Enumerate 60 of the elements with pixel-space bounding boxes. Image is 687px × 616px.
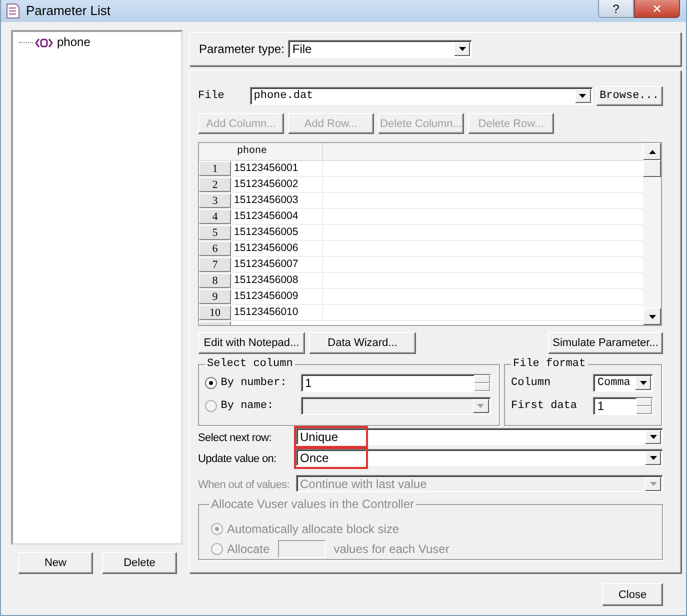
spin-field[interactable]: 1 — [593, 397, 653, 415]
row-number: 5 — [199, 225, 231, 240]
dropdown-field[interactable] — [301, 397, 491, 415]
tree-item[interactable]: phone — [55, 35, 92, 49]
table-cell: 15123456002 — [231, 177, 323, 192]
scroll-up-icon[interactable] — [648, 150, 656, 154]
row-number: 3 — [199, 193, 231, 208]
action-button[interactable]: Edit with Notepad... — [198, 332, 305, 354]
scroll-thumb[interactable] — [643, 160, 661, 177]
option-label: Allocate — [227, 542, 270, 556]
table-cell: 15123456005 — [231, 225, 323, 240]
field-label: Update value on: — [198, 452, 278, 466]
close-button[interactable]: ✕ — [634, 0, 680, 18]
row-number: 9 — [199, 289, 231, 304]
row-number: 8 — [199, 273, 231, 288]
dropdown-field[interactable]: Once — [296, 449, 663, 466]
browse-button[interactable]: Browse... — [596, 86, 663, 106]
field-label: File — [198, 90, 226, 102]
table-cell: 15123456006 — [231, 241, 323, 256]
table-cell: 15123456001 — [231, 161, 323, 176]
dropdown-field[interactable]: Unique — [296, 428, 663, 445]
option-label: By number: — [220, 377, 288, 389]
table-cell: 15123456009 — [231, 289, 323, 304]
window-title: Parameter List — [26, 2, 112, 20]
table-cell: 15123456004 — [231, 209, 323, 224]
option-label: By name: — [220, 400, 275, 412]
row-number: 10 — [199, 305, 231, 320]
column-dropdown[interactable]: Comma — [593, 374, 653, 392]
field-label: Select next row: — [198, 431, 272, 445]
radio-button[interactable] — [205, 377, 217, 389]
field-label: Column — [511, 377, 552, 389]
list-button[interactable]: Delete — [102, 552, 177, 574]
action-button[interactable]: Simulate Parameter... — [548, 332, 663, 354]
row-number: 2 — [199, 177, 231, 192]
field-label: When out of values: — [198, 478, 291, 492]
field-label: First data — [511, 400, 578, 412]
row-number: 4 — [199, 209, 231, 224]
table-cell: 15123456010 — [231, 305, 323, 320]
action-button[interactable]: Data Wizard... — [309, 332, 416, 354]
row-number: 1 — [199, 161, 231, 176]
scroll-down-icon[interactable] — [648, 314, 656, 318]
column-header: phone — [231, 143, 323, 160]
parameter-icon — [35, 37, 53, 47]
close-dialog-button[interactable]: Close — [602, 583, 663, 606]
help-button[interactable]: ? — [598, 0, 634, 18]
table-cell: 15123456003 — [231, 193, 323, 208]
row-number: 7 — [199, 257, 231, 272]
parameter-type-dropdown[interactable]: File — [288, 40, 472, 58]
field-label: Parameter type: — [199, 42, 284, 56]
scrollbar[interactable] — [643, 143, 661, 325]
spin-field[interactable]: 1 — [301, 374, 491, 392]
document-icon — [6, 3, 20, 19]
row-number: 6 — [199, 241, 231, 256]
list-button[interactable]: New — [18, 552, 93, 574]
filename-dropdown[interactable]: phone.dat — [250, 87, 593, 105]
table-cell: 15123456008 — [231, 273, 323, 288]
option-label: values for each Vuser — [334, 542, 450, 556]
group-title: Allocate Vuser values in the Controller — [209, 498, 416, 511]
table-cell: 15123456007 — [231, 257, 323, 272]
option-label: Automatically allocate block size — [227, 522, 400, 536]
